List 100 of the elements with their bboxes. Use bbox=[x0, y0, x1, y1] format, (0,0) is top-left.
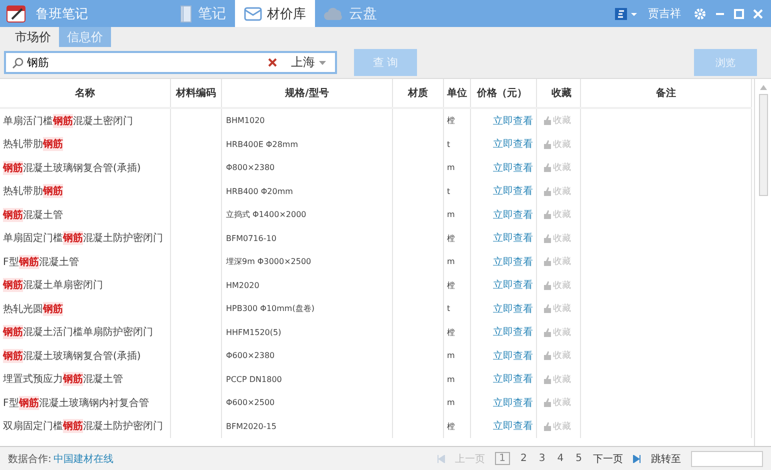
column-header: 材料编码 bbox=[171, 79, 222, 107]
settings-icon[interactable] bbox=[694, 8, 706, 20]
notebook-icon bbox=[6, 4, 28, 24]
view-price-link[interactable]: 立即查看 bbox=[493, 396, 533, 410]
table-cell: 钢筋混凝土管 bbox=[0, 203, 171, 226]
column-header: 收藏 bbox=[537, 79, 581, 107]
hand-icon bbox=[543, 422, 551, 431]
table-cell: 单扇活门槛钢筋混凝土密闭门 bbox=[0, 109, 171, 132]
clear-icon[interactable] bbox=[268, 58, 277, 67]
table-cell: 热轧带肋钢筋 bbox=[0, 180, 171, 203]
table-cell: t bbox=[444, 132, 471, 156]
nav-tab[interactable]: 材价库 bbox=[235, 0, 315, 27]
table-cell: 钢筋混凝土活门槛单扇防护密闭门 bbox=[0, 320, 171, 344]
view-price-link[interactable]: 立即查看 bbox=[493, 325, 533, 340]
view-price-link[interactable]: 立即查看 bbox=[493, 184, 533, 198]
envelope-icon bbox=[244, 6, 262, 22]
view-price-link[interactable]: 立即查看 bbox=[493, 302, 533, 316]
table-cell: PCCP DN1800 bbox=[222, 368, 393, 391]
table-cell: 樘 bbox=[444, 109, 471, 132]
table-cell: 热轧光圆钢筋 bbox=[0, 297, 171, 320]
hand-icon bbox=[543, 257, 551, 266]
table-cell: 单扇固定门槛钢筋混凝土防护密闭门 bbox=[0, 226, 171, 250]
table-cell: BHM1020 bbox=[222, 109, 393, 132]
hand-icon bbox=[543, 163, 551, 172]
view-price-link[interactable]: 立即查看 bbox=[493, 348, 533, 363]
view-price-link[interactable]: 立即查看 bbox=[493, 160, 533, 175]
search-field[interactable]: 钢筋 上海 bbox=[4, 51, 337, 74]
column-header: 名称 bbox=[0, 79, 171, 107]
view-price-link[interactable]: 立即查看 bbox=[493, 372, 533, 386]
hand-icon bbox=[543, 186, 551, 196]
view-price-link[interactable]: 立即查看 bbox=[493, 419, 533, 434]
credit-link[interactable]: 中国建材在线 bbox=[53, 452, 114, 466]
price-tab[interactable]: 市场价 bbox=[7, 27, 59, 47]
view-price-link[interactable]: 立即查看 bbox=[493, 231, 533, 246]
table-cell: HM2020 bbox=[222, 274, 393, 297]
table-cell: 埋置式预应力钢筋混凝土管 bbox=[0, 368, 171, 391]
table-cell: Φ600×2500 bbox=[222, 391, 393, 414]
table-cell: Φ800×2380 bbox=[222, 156, 393, 180]
app-title: 鲁班笔记 bbox=[36, 6, 88, 22]
table-cell: m bbox=[444, 391, 471, 414]
user-name[interactable]: 贾吉祥 bbox=[648, 6, 681, 21]
close-icon[interactable] bbox=[753, 8, 763, 18]
hand-icon bbox=[543, 116, 551, 126]
last-page-icon[interactable] bbox=[633, 454, 641, 462]
view-price-link[interactable]: 立即查看 bbox=[493, 208, 533, 222]
table-cell: m bbox=[444, 156, 471, 180]
table-cell: 钢筋混凝土玻璃钢复合管(承插) bbox=[0, 344, 171, 368]
view-price-link[interactable]: 立即查看 bbox=[493, 254, 533, 269]
view-price-link[interactable]: 立即查看 bbox=[493, 278, 533, 292]
table-cell: 樘 bbox=[444, 414, 471, 438]
view-price-link[interactable]: 立即查看 bbox=[493, 137, 533, 152]
table-cell: F型钢筋混凝土管 bbox=[0, 250, 171, 274]
page-number[interactable]: 4 bbox=[556, 453, 565, 464]
first-page-icon[interactable] bbox=[437, 454, 446, 462]
hand-icon bbox=[543, 351, 551, 360]
table-cell: HPB300 Φ10mm(盘卷) bbox=[222, 297, 393, 320]
hand-icon bbox=[543, 304, 551, 314]
table-cell: 钢筋混凝土单扇密闭门 bbox=[0, 274, 171, 297]
page-number[interactable]: 2 bbox=[520, 453, 528, 464]
table-cell: HHFM1520(5) bbox=[222, 320, 393, 344]
table-cell: 双扇固定门槛钢筋混凝土防护密闭门 bbox=[0, 414, 171, 438]
table-cell: 樘 bbox=[444, 226, 471, 250]
scrollbar[interactable] bbox=[754, 79, 771, 446]
table-cell: m bbox=[444, 344, 471, 368]
table-cell: Φ600×2380 bbox=[222, 344, 393, 368]
credit-label: 数据合作: bbox=[8, 452, 52, 466]
hand-icon bbox=[543, 234, 551, 243]
hand-icon bbox=[543, 398, 551, 408]
view-price-link[interactable]: 立即查看 bbox=[493, 114, 533, 128]
book-icon bbox=[179, 4, 193, 22]
search-icon bbox=[12, 56, 24, 68]
table-cell: 埋深9m Φ3000×2500 bbox=[222, 250, 393, 274]
table-cell: 立捣式 Φ1400×2000 bbox=[222, 203, 393, 226]
column-header: 价格（元） bbox=[471, 79, 537, 107]
table-cell: m bbox=[444, 368, 471, 391]
column-header: 规格/型号 bbox=[222, 79, 393, 107]
cloud-icon bbox=[324, 6, 344, 22]
next-page-link[interactable]: 下一页 bbox=[593, 452, 623, 466]
nav-tab[interactable]: 笔记 bbox=[170, 0, 235, 27]
scroll-thumb[interactable] bbox=[758, 94, 768, 196]
caret-icon bbox=[319, 60, 326, 64]
column-header: 单位 bbox=[444, 79, 471, 107]
hand-icon bbox=[543, 140, 551, 149]
table-cell: F型钢筋混凝土玻璃钢内衬复合管 bbox=[0, 391, 171, 414]
e-logo-dropdown-icon[interactable] bbox=[615, 6, 639, 20]
page-number[interactable]: 1 bbox=[495, 452, 510, 465]
page-number[interactable]: 5 bbox=[574, 453, 583, 464]
table-cell: m bbox=[444, 250, 471, 274]
table-cell: 热轧带肋钢筋 bbox=[0, 132, 171, 156]
page-number[interactable]: 3 bbox=[538, 453, 546, 464]
table-cell: HRB400 Φ20mm bbox=[222, 180, 393, 203]
region-dropdown[interactable]: 上海 bbox=[291, 54, 335, 71]
nav-tab[interactable]: 云盘 bbox=[315, 0, 386, 27]
table-cell: BFM0716-10 bbox=[222, 226, 393, 250]
column-header: 材质 bbox=[393, 79, 444, 107]
hand-icon bbox=[543, 374, 551, 384]
page-input[interactable] bbox=[691, 450, 763, 466]
maximize-icon[interactable] bbox=[734, 8, 744, 18]
table-cell: 钢筋混凝土玻璃钢复合管(承插) bbox=[0, 156, 171, 180]
table-cell: 樘 bbox=[444, 274, 471, 297]
